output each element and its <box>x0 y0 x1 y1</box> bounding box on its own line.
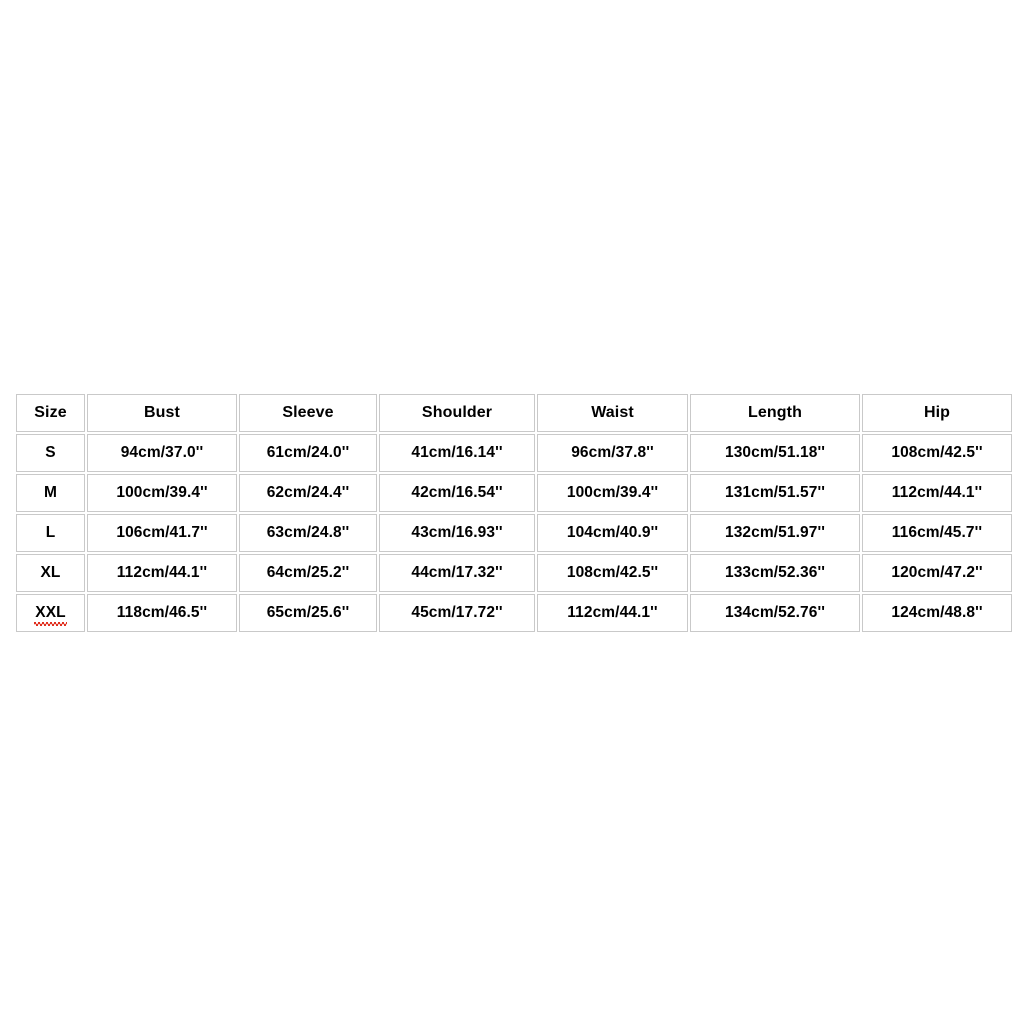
cell-sleeve: 63cm/24.8'' <box>239 514 377 552</box>
cell-length: 130cm/51.18'' <box>690 434 860 472</box>
cell-hip: 120cm/47.2'' <box>862 554 1012 592</box>
cell-waist: 104cm/40.9'' <box>537 514 688 552</box>
cell-size: L <box>16 514 85 552</box>
cell-length: 133cm/52.36'' <box>690 554 860 592</box>
cell-shoulder: 41cm/16.14'' <box>379 434 535 472</box>
cell-size: S <box>16 434 85 472</box>
cell-hip: 108cm/42.5'' <box>862 434 1012 472</box>
cell-shoulder: 42cm/16.54'' <box>379 474 535 512</box>
cell-sleeve: 62cm/24.4'' <box>239 474 377 512</box>
cell-size: M <box>16 474 85 512</box>
cell-sleeve: 64cm/25.2'' <box>239 554 377 592</box>
cell-shoulder: 43cm/16.93'' <box>379 514 535 552</box>
table-row: S 94cm/37.0'' 61cm/24.0'' 41cm/16.14'' 9… <box>16 434 1012 472</box>
cell-size: XXL <box>16 594 85 632</box>
cell-hip: 116cm/45.7'' <box>862 514 1012 552</box>
table-header-row: Size Bust Sleeve Shoulder Waist Length H… <box>16 394 1012 432</box>
cell-hip: 112cm/44.1'' <box>862 474 1012 512</box>
cell-waist: 112cm/44.1'' <box>537 594 688 632</box>
column-header-length: Length <box>690 394 860 432</box>
column-header-size: Size <box>16 394 85 432</box>
cell-bust: 100cm/39.4'' <box>87 474 237 512</box>
cell-bust: 94cm/37.0'' <box>87 434 237 472</box>
size-chart-table: Size Bust Sleeve Shoulder Waist Length H… <box>14 392 1014 634</box>
column-header-hip: Hip <box>862 394 1012 432</box>
size-chart-container: Size Bust Sleeve Shoulder Waist Length H… <box>14 392 1014 634</box>
cell-bust: 106cm/41.7'' <box>87 514 237 552</box>
column-header-bust: Bust <box>87 394 237 432</box>
column-header-waist: Waist <box>537 394 688 432</box>
cell-shoulder: 45cm/17.72'' <box>379 594 535 632</box>
column-header-shoulder: Shoulder <box>379 394 535 432</box>
cell-waist: 108cm/42.5'' <box>537 554 688 592</box>
cell-sleeve: 65cm/25.6'' <box>239 594 377 632</box>
table-row: XXL 118cm/46.5'' 65cm/25.6'' 45cm/17.72'… <box>16 594 1012 632</box>
cell-bust: 118cm/46.5'' <box>87 594 237 632</box>
cell-sleeve: 61cm/24.0'' <box>239 434 377 472</box>
cell-length: 134cm/52.76'' <box>690 594 860 632</box>
cell-length: 131cm/51.57'' <box>690 474 860 512</box>
cell-hip: 124cm/48.8'' <box>862 594 1012 632</box>
cell-shoulder: 44cm/17.32'' <box>379 554 535 592</box>
cell-length: 132cm/51.97'' <box>690 514 860 552</box>
cell-size: XL <box>16 554 85 592</box>
table-row: M 100cm/39.4'' 62cm/24.4'' 42cm/16.54'' … <box>16 474 1012 512</box>
cell-waist: 100cm/39.4'' <box>537 474 688 512</box>
cell-bust: 112cm/44.1'' <box>87 554 237 592</box>
table-row: L 106cm/41.7'' 63cm/24.8'' 43cm/16.93'' … <box>16 514 1012 552</box>
spellcheck-underline: XXL <box>34 603 68 626</box>
cell-waist: 96cm/37.8'' <box>537 434 688 472</box>
table-row: XL 112cm/44.1'' 64cm/25.2'' 44cm/17.32''… <box>16 554 1012 592</box>
column-header-sleeve: Sleeve <box>239 394 377 432</box>
